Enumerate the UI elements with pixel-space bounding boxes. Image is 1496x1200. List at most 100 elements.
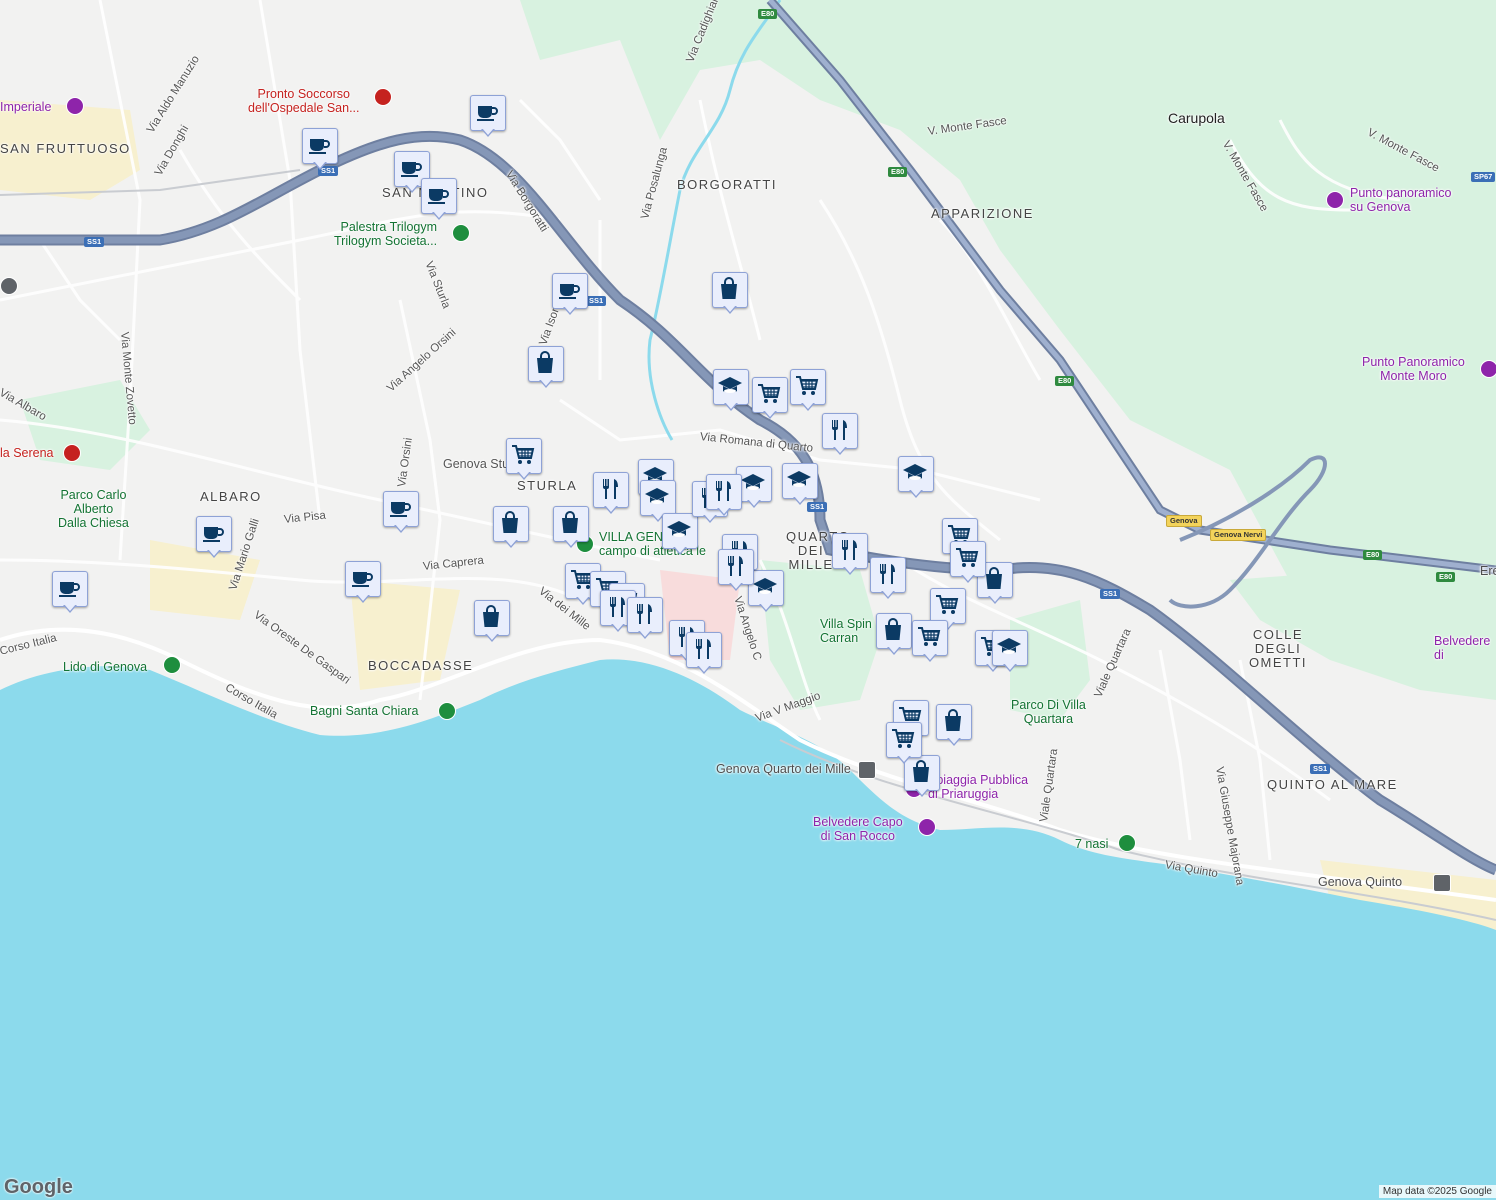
- hospital-icon[interactable]: [374, 88, 392, 106]
- grocery-marker[interactable]: [790, 369, 826, 413]
- area-label: QUINTO AL MARE: [1267, 777, 1398, 792]
- cafe-marker[interactable]: [383, 491, 419, 535]
- school-marker[interactable]: [782, 463, 818, 507]
- shopping-bag-icon: [502, 511, 518, 533]
- poi-label-attraction[interactable]: Spiaggia Pubblica di Priaruggia: [928, 773, 1028, 801]
- graduation-cap-icon: [718, 377, 742, 393]
- school-dot-icon[interactable]: [0, 277, 18, 295]
- train-icon[interactable]: [858, 761, 876, 779]
- poi-label-sport[interactable]: Palestra Trilogym Trilogym Societa...: [334, 220, 437, 248]
- grocery-marker[interactable]: [886, 722, 922, 766]
- area-label: BORGORATTI: [677, 177, 777, 192]
- restaurant-marker[interactable]: [822, 413, 858, 457]
- shopping-cart-icon: [918, 627, 941, 646]
- poi-label-hospital[interactable]: la Serena: [0, 446, 54, 460]
- restaurant-marker[interactable]: [718, 549, 754, 593]
- road-shield: SS1: [586, 296, 607, 306]
- restaurant-marker[interactable]: [627, 597, 663, 641]
- sport-icon[interactable]: [1118, 834, 1136, 852]
- shop-marker[interactable]: [528, 346, 564, 390]
- cafe-marker[interactable]: [302, 128, 338, 172]
- cafe-marker[interactable]: [470, 95, 506, 139]
- restaurant-marker[interactable]: [870, 557, 906, 601]
- fork-knife-icon: [842, 540, 857, 560]
- poi-label-attraction[interactable]: Punto Panoramico Monte Moro: [1362, 355, 1465, 383]
- poi-label-sport[interactable]: Bagni Santa Chiara: [310, 704, 418, 718]
- shopping-cart-icon: [936, 595, 959, 614]
- camera-icon[interactable]: [918, 818, 936, 836]
- school-marker[interactable]: [898, 456, 934, 500]
- shopping-cart-icon: [758, 384, 781, 403]
- camera-icon[interactable]: [66, 97, 84, 115]
- map-canvas[interactable]: SAN FRUTTUOSO BORGORATTI APPARIZIONE STU…: [0, 0, 1496, 1200]
- park-label[interactable]: Parco Carlo Alberto Dalla Chiesa: [58, 488, 129, 530]
- camera-icon[interactable]: [1480, 360, 1496, 378]
- grocery-marker[interactable]: [912, 620, 948, 664]
- cafe-marker[interactable]: [345, 561, 381, 605]
- hospital-icon[interactable]: [63, 444, 81, 462]
- street-label: Genova Stu: [443, 457, 510, 471]
- poi-label-sport[interactable]: Lido di Genova: [63, 660, 147, 674]
- fork-knife-icon: [728, 556, 743, 576]
- shop-marker[interactable]: [712, 272, 748, 316]
- graduation-cap-icon: [667, 521, 691, 537]
- grocery-marker[interactable]: [752, 377, 788, 421]
- poi-label-attraction[interactable]: Punto panoramico su Genova: [1350, 186, 1451, 214]
- poi-label-attraction[interactable]: Belvedere Capo di San Rocco: [813, 815, 903, 843]
- coffee-cup-icon: [59, 582, 80, 597]
- road-shield: SS1: [1100, 589, 1121, 599]
- town-label: Carupola: [1168, 110, 1225, 126]
- poi-label-attraction[interactable]: Belvedere di: [1434, 634, 1490, 662]
- sport-icon[interactable]: [163, 656, 181, 674]
- fork-knife-icon: [696, 639, 711, 659]
- shopping-bag-icon: [945, 709, 961, 731]
- restaurant-marker[interactable]: [706, 474, 742, 518]
- station-label[interactable]: Genova Quinto: [1318, 875, 1402, 889]
- shopping-cart-icon: [892, 729, 915, 748]
- shop-marker[interactable]: [876, 613, 912, 657]
- school-marker[interactable]: [992, 630, 1028, 674]
- poi-label-attraction[interactable]: Imperiale: [0, 100, 51, 114]
- cafe-marker[interactable]: [196, 516, 232, 560]
- graduation-cap-icon: [645, 488, 669, 504]
- poi-label-hospital[interactable]: Pronto Soccorso dell'Ospedale San...: [248, 87, 360, 115]
- road-shield: E80: [758, 9, 778, 19]
- road-shield: E80: [1363, 550, 1383, 560]
- park-label[interactable]: Parco Di Villa Quartara: [1011, 698, 1086, 726]
- shop-marker[interactable]: [936, 704, 972, 748]
- place-label[interactable]: Ere: [1480, 564, 1496, 578]
- area-label: ALBARO: [200, 489, 262, 504]
- fork-knife-icon: [880, 564, 895, 584]
- station-label[interactable]: Genova Quarto dei Mille: [716, 762, 851, 776]
- restaurant-marker[interactable]: [686, 632, 722, 676]
- poi-label-sport[interactable]: 7 nasi: [1075, 837, 1108, 851]
- restaurant-marker[interactable]: [593, 472, 629, 516]
- sport-icon[interactable]: [452, 224, 470, 242]
- google-logo[interactable]: Google: [4, 1176, 73, 1199]
- shopping-bag-icon: [885, 618, 901, 640]
- fork-knife-icon: [832, 420, 847, 440]
- shopping-cart-icon: [956, 548, 979, 567]
- shopping-bag-icon: [537, 351, 553, 373]
- shop-marker[interactable]: [553, 506, 589, 550]
- cafe-marker[interactable]: [421, 178, 457, 222]
- shopping-bag-icon: [483, 605, 499, 627]
- restaurant-marker[interactable]: [832, 533, 868, 577]
- road-shield: SP67: [1471, 172, 1496, 182]
- exit-sign: Genova Nervi: [1210, 529, 1267, 541]
- grocery-marker[interactable]: [506, 438, 542, 482]
- grocery-marker[interactable]: [950, 541, 986, 585]
- graduation-cap-icon: [787, 471, 811, 487]
- cafe-marker[interactable]: [52, 571, 88, 615]
- camera-icon[interactable]: [1326, 191, 1344, 209]
- train-icon[interactable]: [1433, 874, 1451, 892]
- school-marker[interactable]: [713, 369, 749, 413]
- shop-marker[interactable]: [474, 600, 510, 644]
- shop-marker[interactable]: [493, 506, 529, 550]
- map-attribution[interactable]: Map data ©2025 Google: [1378, 1185, 1496, 1198]
- road-shield: SS1: [84, 237, 105, 247]
- cafe-marker[interactable]: [552, 273, 588, 317]
- park-label[interactable]: Villa Spin Carran: [820, 617, 872, 645]
- sport-icon[interactable]: [438, 702, 456, 720]
- area-label: SAN FRUTTUOSO: [0, 141, 131, 156]
